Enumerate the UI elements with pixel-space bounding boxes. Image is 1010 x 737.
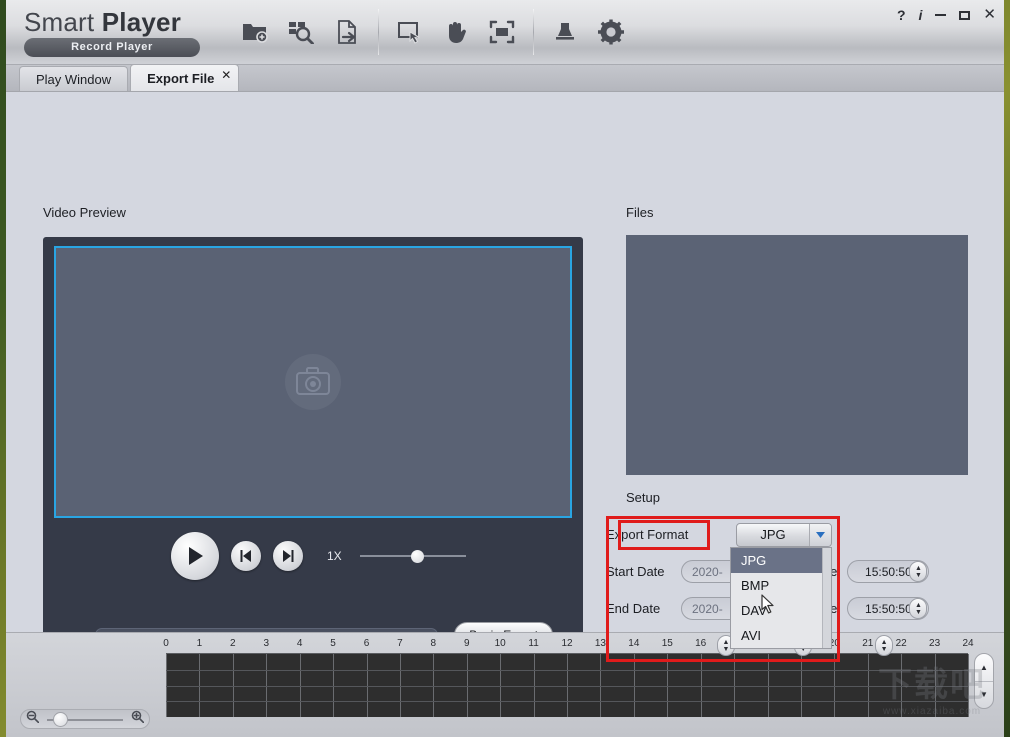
play-button[interactable] [171,532,219,580]
watermark-stamp-icon[interactable] [542,9,588,55]
speed-slider[interactable] [359,548,466,564]
files-label: Files [626,205,654,220]
timeline-tick-label: 12 [561,638,573,649]
dropdown-option-dav[interactable]: DAV [731,598,831,623]
timeline-tick-label: 0 [163,638,169,649]
fullscreen-icon[interactable] [479,9,525,55]
settings-gear-icon[interactable] [588,9,634,55]
timeline-row-divider [166,701,968,703]
timeline-ruler: 0123456789101112131415161718192021222324 [163,638,973,653]
timeline-tick-label: 6 [363,638,370,649]
timeline-scroll-down-button[interactable]: ▼ [975,682,993,709]
timeline-tick-label: 8 [430,638,437,649]
timeline-tick-label: 11 [528,638,539,649]
video-preview-panel: 1X Begin Export [43,237,583,675]
timeline-row-divider [166,685,968,687]
end-time-spinner[interactable]: ▲ ▼ [909,598,928,619]
start-time-spinner[interactable]: ▲ ▼ [909,561,928,582]
camera-placeholder-icon [285,354,341,410]
end-date-label: End Date [606,601,661,616]
app-subtitle-badge: Record Player [24,37,200,57]
timeline-tick-label: 16 [695,638,707,649]
timeline-grid[interactable] [166,653,969,717]
workspace: Video Preview Files Setup 1X Export Form… [6,92,1004,675]
timeline-tick-label: 21 [862,638,874,649]
timeline-tick-label: 1 [196,638,203,649]
timeline-tick-label: 5 [330,638,336,649]
tab-play-window-label: Play Window [36,71,112,87]
timeline-tick-label: 9 [463,638,470,649]
video-preview-label: Video Preview [43,205,126,220]
main-toolbar [224,4,642,60]
tab-export-file[interactable]: Export File ✕ [130,64,240,91]
zoom-slider-thumb[interactable] [52,712,68,727]
dropdown-scrollbar[interactable] [822,548,831,648]
timeline-tick-label: 4 [296,638,303,649]
timeline-tick-label: 24 [962,638,974,649]
toolbar-group-view [379,7,533,57]
help-icon[interactable]: ? [897,8,906,22]
close-button[interactable]: ✕ [983,7,996,22]
timeline-gridline [968,654,969,717]
tab-close-icon[interactable]: ✕ [221,68,231,82]
export-format-combobox[interactable]: JPG [736,522,832,547]
dropdown-option-jpg[interactable]: JPG [731,548,831,573]
start-date-label: Start Date [606,564,665,579]
timeline-scroll-up-button[interactable]: ▲ [975,654,993,682]
search-files-icon[interactable] [278,9,324,55]
select-region-icon[interactable] [387,9,433,55]
app-title-first: Smart [24,6,102,37]
timeline-tick-label: 23 [929,638,941,649]
export-format-label: Export Format [606,527,689,542]
speed-label: 1X [327,549,342,563]
timeline-scroll-buttons: ▲ ▼ [974,653,994,709]
timeline-tick-label: 22 [895,638,907,649]
dropdown-option-avi[interactable]: AVI [731,623,831,648]
tab-export-file-label: Export File [147,70,215,86]
chevron-down-icon[interactable] [809,523,831,546]
setup-label: Setup [626,490,660,505]
timeline-row-divider [166,669,968,671]
dropdown-option-bmp[interactable]: BMP [731,573,831,598]
tab-play-window[interactable]: Play Window [19,66,129,91]
window-controls: ? i ✕ [897,7,996,22]
timeline-tick-label: 14 [628,638,640,649]
toolbar-group-file [224,7,378,57]
step-forward-button[interactable] [273,541,303,571]
minimize-button[interactable] [935,14,947,16]
interval-seconds-spinner[interactable]: ▲ ▼ [875,635,894,656]
files-list-box[interactable] [626,235,968,475]
playback-controls: 1X [43,532,583,580]
zoom-in-icon[interactable] [131,710,145,728]
zoom-out-icon[interactable] [26,710,40,728]
export-file-icon[interactable] [324,9,370,55]
app-title-second: Player [101,6,182,37]
timeline-tick-label: 13 [594,638,606,649]
timeline-tick-label: 15 [661,638,673,649]
title-bar: Smart Player Record Player ? i ✕ [6,0,1004,65]
timeline-area: 0123456789101112131415161718192021222324… [6,632,1004,737]
smart-player-window: Smart Player Record Player ? i ✕ Play Wi… [6,0,1004,737]
add-folder-icon[interactable] [232,9,278,55]
app-title: Smart Player [24,8,214,36]
timeline-tick-label: 2 [230,638,236,649]
maximize-button[interactable] [959,10,971,20]
timeline-zoom-slider[interactable] [20,709,150,729]
timeline-tick-label: 10 [494,638,506,649]
timeline-tick-label: 3 [263,638,270,649]
pan-hand-icon[interactable] [433,9,479,55]
tab-strip: Play Window Export File ✕ [6,64,1004,92]
app-logo: Smart Player Record Player [24,8,214,57]
toolbar-group-tools [534,7,642,57]
speed-slider-thumb[interactable] [410,550,424,563]
step-backward-button[interactable] [231,541,261,571]
info-icon[interactable]: i [919,8,923,22]
timeline-tick-label: 7 [397,638,403,649]
video-screen[interactable] [54,246,572,518]
export-format-dropdown[interactable]: JPG BMP DAV AVI [730,547,832,649]
export-format-value: JPG [760,527,786,542]
